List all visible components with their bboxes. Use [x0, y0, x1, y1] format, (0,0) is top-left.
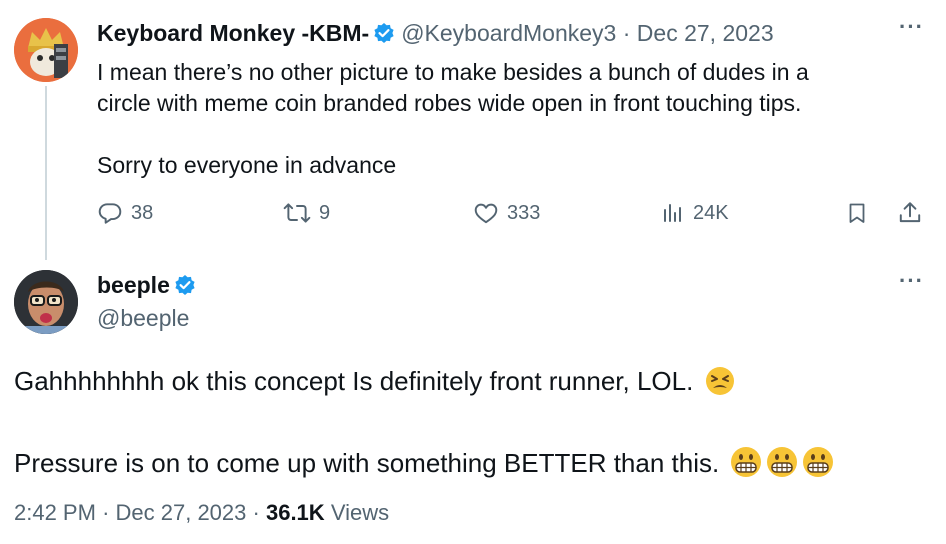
- repost-button[interactable]: 9: [283, 200, 330, 226]
- share-button[interactable]: [897, 200, 923, 226]
- grimacing-face-emoji: [730, 446, 762, 488]
- kbm-avatar[interactable]: [14, 18, 78, 82]
- meta-separator: ·: [102, 500, 110, 525]
- reply-date[interactable]: Dec 27, 2023: [637, 20, 774, 46]
- reply-text-line: circle with meme coin branded robes wide…: [97, 90, 802, 116]
- bookmark-button[interactable]: [845, 200, 869, 226]
- views-button[interactable]: 24K: [661, 200, 729, 226]
- grimacing-face-emoji: [802, 446, 834, 488]
- reply-action-bar: 38 9 333 24K: [97, 200, 927, 232]
- reply-text-line: I mean there’s no other picture to make …: [97, 59, 809, 85]
- reply-icon: [97, 200, 123, 226]
- main-author-name[interactable]: beeple: [97, 272, 170, 298]
- reply-more-icon[interactable]: ···: [899, 14, 924, 40]
- main-tweet-meta: 2:42 PM · Dec 27, 2023 · 36.1K Views: [14, 500, 389, 526]
- main-author-handle[interactable]: @beeple: [97, 305, 189, 332]
- views-count: 24K: [693, 201, 729, 224]
- share-icon: [897, 200, 923, 226]
- main-text-line: Gahhhhhhhh ok this concept Is definitely…: [14, 366, 694, 396]
- monkey-avatar-icon: [14, 18, 78, 82]
- main-tweet-author: beeple: [97, 272, 196, 301]
- main-text-paragraph: Pressure is on to come up with something…: [14, 444, 834, 488]
- main-text-paragraph: Gahhhhhhhh ok this concept Is definitely…: [14, 362, 834, 406]
- reply-tweet-header: Keyboard Monkey -KBM- @KeyboardMonkey3 · …: [97, 20, 774, 50]
- repost-icon: [283, 200, 311, 226]
- reply-text-line: Sorry to everyone in advance: [97, 152, 397, 178]
- bookmark-icon: [845, 200, 869, 226]
- tweet-time[interactable]: 2:42 PM: [14, 500, 96, 525]
- beeple-photo-icon: [14, 270, 78, 334]
- repost-count: 9: [319, 201, 331, 224]
- grimacing-face-emoji: [766, 446, 798, 488]
- like-icon: [473, 200, 499, 226]
- verified-badge-icon: [373, 22, 395, 50]
- like-count: 333: [507, 201, 541, 224]
- reply-author-name[interactable]: Keyboard Monkey -KBM-: [97, 20, 369, 46]
- main-tweet-text: Gahhhhhhhh ok this concept Is definitely…: [14, 362, 834, 488]
- date-separator: ·: [622, 20, 631, 46]
- main-text-line: Pressure is on to come up with something…: [14, 448, 720, 478]
- tired-face-emoji: [705, 366, 735, 406]
- reply-tweet-text: I mean there’s no other picture to make …: [97, 57, 897, 181]
- like-button[interactable]: 333: [473, 200, 540, 226]
- reply-button[interactable]: 38: [97, 200, 153, 226]
- views-label: Views: [330, 500, 390, 525]
- main-more-icon[interactable]: ···: [899, 268, 924, 294]
- thread-connector-line: [45, 86, 47, 260]
- beeple-avatar[interactable]: [14, 270, 78, 334]
- tweet-date[interactable]: Dec 27, 2023: [116, 500, 247, 525]
- views-count: 36.1K: [265, 500, 325, 525]
- verified-badge-icon: [174, 274, 196, 301]
- reply-author-handle[interactable]: @KeyboardMonkey3: [401, 20, 616, 46]
- meta-separator: ·: [252, 500, 260, 525]
- views-icon: [661, 200, 685, 226]
- reply-count: 38: [131, 201, 154, 224]
